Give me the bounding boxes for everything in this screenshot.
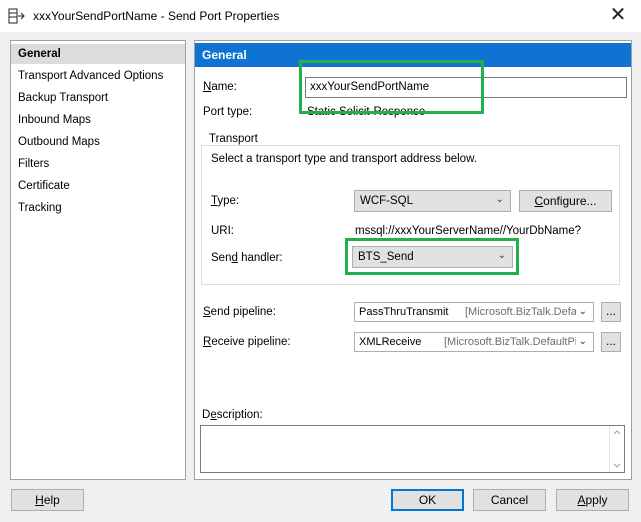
- send-handler-highlight-box: [345, 238, 519, 275]
- nav-item-certificate[interactable]: Certificate: [11, 176, 185, 196]
- send-pipeline-label: Send pipeline:: [203, 306, 276, 318]
- chevron-down-icon: ⌄: [575, 305, 587, 319]
- transport-hint: Select a transport type and transport ad…: [211, 153, 477, 165]
- cancel-button[interactable]: Cancel: [473, 489, 546, 511]
- port-type-label: Port type:: [203, 106, 253, 118]
- description-field[interactable]: [200, 425, 625, 473]
- name-highlight-box: [299, 60, 484, 114]
- nav-item-tracking[interactable]: Tracking: [11, 198, 185, 218]
- send-pipeline-browse-button[interactable]: ...: [601, 302, 621, 322]
- nav-item-filters[interactable]: Filters: [11, 154, 185, 174]
- nav-item-backup-transport[interactable]: Backup Transport: [11, 88, 185, 108]
- window-title: xxxYourSendPortName - Send Port Properti…: [33, 9, 280, 23]
- property-nav: General Transport Advanced Options Backu…: [10, 40, 186, 480]
- type-label: Type:: [211, 195, 240, 207]
- chevron-down-icon: ⌄: [575, 335, 587, 349]
- transport-group-title: Transport: [206, 133, 261, 145]
- transport-type-select[interactable]: WCF-SQL ⌄: [354, 190, 511, 212]
- nav-item-outbound-maps[interactable]: Outbound Maps: [11, 132, 185, 152]
- send-handler-label: Send handler:: [211, 252, 283, 264]
- title-bar: xxxYourSendPortName - Send Port Properti…: [0, 0, 641, 32]
- close-icon[interactable]: ✕: [600, 4, 636, 28]
- ok-button[interactable]: OK: [391, 489, 464, 511]
- description-label: Description:: [202, 409, 263, 421]
- receive-pipeline-browse-button[interactable]: ...: [601, 332, 621, 352]
- description-scrollbar[interactable]: [609, 426, 624, 472]
- send-pipeline-assembly: [Microsoft.BizTalk.Defa: [465, 306, 577, 318]
- uri-value: mssql://xxxYourServerName//YourDbName?: [355, 225, 582, 237]
- name-label: Name:: [203, 81, 237, 93]
- chevron-down-icon: ⌄: [495, 194, 504, 205]
- send-port-icon: [8, 8, 26, 24]
- help-button[interactable]: Help: [11, 489, 84, 511]
- nav-item-transport-advanced-options[interactable]: Transport Advanced Options: [11, 66, 185, 86]
- nav-item-general[interactable]: General: [11, 44, 185, 64]
- send-pipeline-name: PassThruTransmit: [359, 306, 449, 318]
- receive-pipeline-label: Receive pipeline:: [203, 336, 291, 348]
- nav-item-inbound-maps[interactable]: Inbound Maps: [11, 110, 185, 130]
- receive-pipeline-assembly: [Microsoft.BizTalk.DefaultPip: [444, 336, 584, 348]
- receive-pipeline-select[interactable]: XMLReceive [Microsoft.BizTalk.DefaultPip…: [354, 332, 594, 352]
- receive-pipeline-name: XMLReceive: [359, 336, 422, 348]
- uri-label: URI:: [211, 225, 234, 237]
- apply-button[interactable]: Apply: [556, 489, 629, 511]
- send-pipeline-select[interactable]: PassThruTransmit [Microsoft.BizTalk.Defa…: [354, 302, 594, 322]
- transport-type-value: WCF-SQL: [360, 195, 414, 207]
- configure-button[interactable]: Configure...: [519, 190, 612, 212]
